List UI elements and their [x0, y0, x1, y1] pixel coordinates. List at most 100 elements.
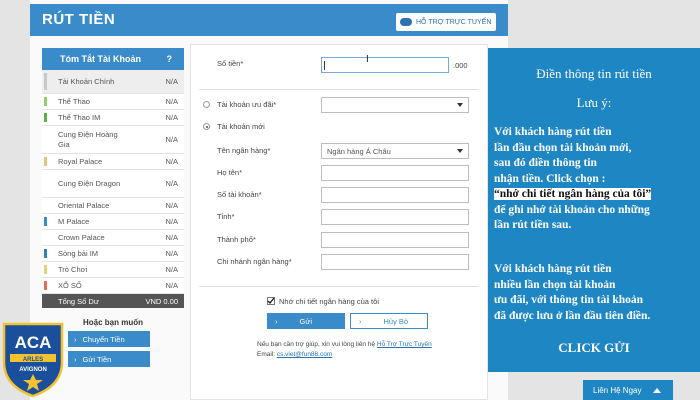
overlay-line: để ghi nhớ tài khoản cho những — [494, 203, 650, 216]
fullname-input[interactable] — [321, 165, 469, 181]
sidebar-item[interactable]: Cung Điện Hoàng Gia N/A — [42, 126, 184, 154]
overlay-highlight: “nhớ chi tiết ngân hàng của tôi” — [494, 188, 652, 200]
text-cursor-icon: I — [366, 54, 369, 65]
logo-text-bottom: AVIGNON — [19, 367, 47, 373]
province-label: Tỉnh* — [217, 212, 235, 221]
submit-button-label: Gửi — [299, 316, 313, 326]
sidebar-item-value: N/A — [165, 112, 178, 122]
sidebar-item[interactable]: Royal Palace N/A — [42, 154, 184, 170]
amount-input[interactable] — [321, 57, 449, 73]
contact-now-label: Liên Hệ Ngay — [593, 385, 642, 395]
preferred-account-radio[interactable] — [203, 101, 210, 108]
total-balance-label: Tổng Số Dư — [58, 296, 99, 306]
aca-club-logo: ACA ARLES AVIGNON — [2, 322, 64, 398]
account-number-label: Số tài khoản* — [217, 190, 262, 199]
overlay-line: nhiều lần chọn tài khoản — [494, 278, 616, 291]
sidebar-item-value: N/A — [165, 248, 178, 258]
sidebar-item-label: Sòng bài IM — [58, 248, 99, 258]
sidebar-item-value: N/A — [165, 134, 178, 144]
remember-bank-checkbox[interactable] — [267, 297, 275, 305]
sidebar-item[interactable]: Crown Palace N/A — [42, 230, 184, 246]
overlay-paragraph-1: Với khách hàng rút tiền lần đầu chọn tài… — [494, 125, 652, 234]
overlay-paragraph-2: Với khách hàng rút tiền nhiều lần chọn t… — [494, 262, 650, 324]
email-row: Email: cs.viet@fun88.com — [257, 351, 332, 358]
sidebar-item[interactable]: Thể Thao N/A — [42, 94, 184, 110]
remember-bank-label: Nhớ chi tiết ngân hàng của tôi — [279, 297, 379, 306]
sidebar-item-color — [44, 265, 47, 274]
sidebar-item[interactable]: Trò Chơi N/A — [42, 262, 184, 278]
contact-now-button[interactable]: Liên Hệ Ngay — [583, 380, 673, 400]
arrow-right-icon: › — [275, 316, 278, 326]
divider — [199, 286, 479, 287]
sidebar-item-value: N/A — [165, 96, 178, 106]
sidebar-item-label: M Palace — [58, 216, 90, 226]
email-link[interactable]: cs.viet@fun88.com — [277, 351, 332, 358]
new-account-radio[interactable] — [203, 123, 210, 130]
page-title: RÚT TIỀN — [42, 11, 116, 28]
sidebar-item-label: Cung Điện Dragon — [58, 178, 121, 188]
province-input[interactable] — [321, 209, 469, 225]
sidebar-item-value: N/A — [165, 232, 178, 242]
sidebar-item-value: N/A — [165, 280, 178, 290]
sidebar-item-value: N/A — [165, 76, 178, 86]
sidebar-item-color — [44, 233, 47, 242]
overlay-line: lần rút tiền sau. — [494, 219, 572, 231]
sidebar-item[interactable]: Thể Thao IM N/A — [42, 110, 184, 126]
overlay-line: sau đó điền thông tin — [494, 157, 597, 169]
city-label: Thành phố* — [217, 235, 256, 244]
sidebar-item[interactable]: XỔ SỐ N/A — [42, 278, 184, 294]
sidebar-item[interactable]: Cung Điện Dragon N/A — [42, 170, 184, 198]
sidebar-item-color — [44, 217, 47, 226]
total-balance-value: VND 0.00 — [145, 296, 178, 306]
help-link[interactable]: Hỗ Trợ Trực Tuyến — [377, 341, 432, 348]
sidebar-item-value: N/A — [165, 216, 178, 226]
account-summary-title: Tóm Tắt Tài Khoản — [60, 54, 141, 64]
overlay-line: Với khách hàng rút tiền — [494, 263, 612, 275]
chevron-down-icon — [457, 149, 463, 153]
sidebar-item-label: Trò Chơi — [58, 264, 88, 274]
overlay-title: Điền thông tin rút tiền — [536, 66, 652, 81]
screen: RÚT TIỀN HỖ TRỢ TRỰC TUYẾN Tóm Tắt Tài K… — [0, 0, 700, 400]
live-support-button[interactable]: HỖ TRỢ TRỰC TUYẾN — [396, 13, 496, 31]
arrow-right-icon: › — [359, 316, 362, 326]
page-header: RÚT TIỀN HỖ TRỢ TRỰC TUYẾN — [30, 4, 508, 36]
submit-button[interactable]: › Gửi — [267, 313, 345, 329]
overlay-line: ưu đãi, với thông tin tài khoản — [494, 294, 644, 306]
live-support-label: HỖ TRỢ TRỰC TUYẾN — [416, 18, 492, 26]
sidebar-item[interactable]: Tài Khoản Chính N/A — [42, 70, 184, 94]
sidebar-item-value: N/A — [165, 156, 178, 166]
chevron-up-icon — [653, 387, 662, 393]
sidebar-item[interactable]: M Palace N/A — [42, 214, 184, 230]
branch-label: Chi nhánh ngân hàng* — [217, 257, 292, 266]
bank-name-select[interactable]: Ngân hàng Á Châu — [321, 143, 469, 159]
transfer-button[interactable]: › Chuyển Tiền — [68, 331, 150, 347]
logo-text-mid: ARLES — [23, 357, 43, 363]
overlay-note-title: Lưu ý: — [576, 95, 612, 110]
account-number-input[interactable] — [321, 187, 469, 203]
city-input[interactable] — [321, 232, 469, 248]
sidebar-item-color — [44, 173, 47, 194]
preferred-account-select[interactable] — [321, 97, 469, 113]
sidebar-item-color — [44, 113, 47, 122]
cancel-button[interactable]: › Hủy Bỏ — [350, 313, 428, 329]
bank-name-label: Tên ngân hàng* — [217, 146, 271, 155]
sidebar-item[interactable]: Sòng bài IM N/A — [42, 246, 184, 262]
branch-input[interactable] — [321, 254, 469, 270]
help-icon[interactable]: ? — [167, 54, 173, 64]
amount-suffix: .000 — [453, 61, 468, 70]
sidebar-item-label: Royal Palace — [58, 156, 103, 166]
help-text: Nếu bạn cần trợ giúp, xin vui lòng liên … — [257, 341, 376, 348]
sidebar-item-color — [44, 249, 47, 258]
sidebar-item-value: N/A — [165, 200, 178, 210]
sidebar-item-label: XỔ SỐ — [58, 280, 82, 290]
deposit-button[interactable]: › Gửi Tiền — [68, 351, 150, 367]
sidebar-item-label: Thể Thao — [58, 96, 90, 106]
email-label: Email: — [257, 351, 276, 358]
arrow-right-icon: › — [74, 354, 77, 364]
sidebar-item-value: N/A — [165, 264, 178, 274]
preferred-account-label: Tài khoản ưu đãi* — [217, 100, 277, 109]
sidebar-item[interactable]: Oriental Palace N/A — [42, 198, 184, 214]
total-balance-row: Tổng Số Dư VND 0.00 — [42, 294, 184, 308]
sidebar-item-color — [44, 281, 47, 290]
overlay-line: nhận tiền. Click chọn : — [494, 172, 606, 185]
